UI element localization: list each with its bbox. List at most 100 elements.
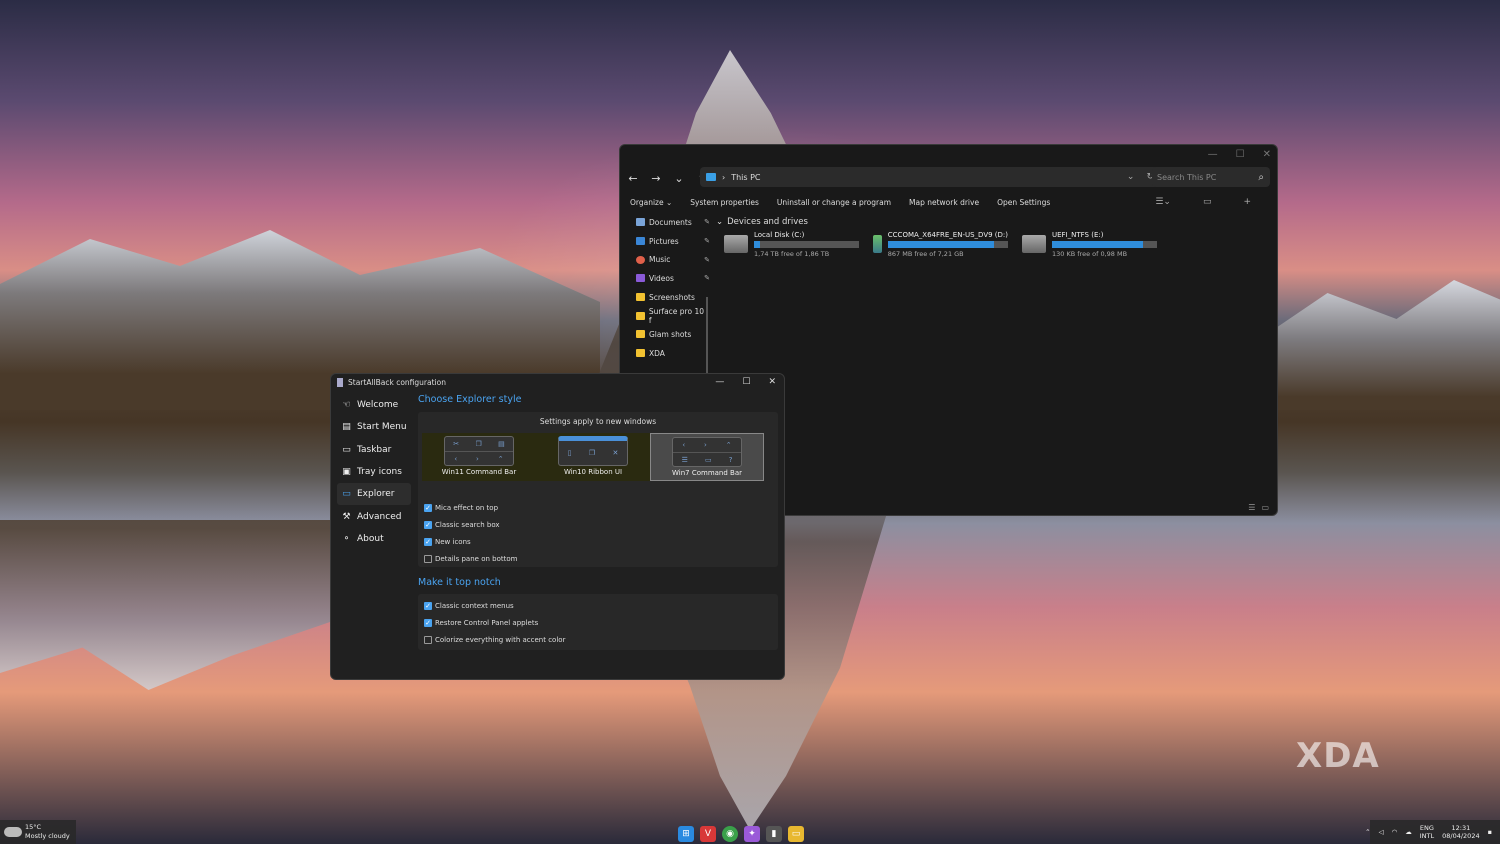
close-icon[interactable]: ✕ xyxy=(1263,149,1271,160)
startallback-config-window[interactable]: StartAllBack configuration — ☐ ✕ ☜ Welcom… xyxy=(330,373,785,680)
nav-label: Advanced xyxy=(357,511,402,522)
usb-drive-icon xyxy=(1022,235,1046,253)
group-title: Devices and drives xyxy=(727,217,808,227)
clock[interactable]: 12:31 08/04/2024 xyxy=(1442,824,1479,840)
uninstall-program-button[interactable]: Uninstall or change a program xyxy=(777,198,891,207)
organize-button[interactable]: Organize ⌄ xyxy=(630,198,672,207)
style-label: Win7 Command Bar xyxy=(672,469,742,477)
drive-d[interactable]: CCCOMA_X64FRE_EN-US_DV9 (D:) 867 MB free… xyxy=(873,231,1008,258)
start-button-icon[interactable]: ⊞ xyxy=(678,826,694,842)
wallpaper-ridge-reflection xyxy=(0,520,330,690)
nav-explorer[interactable]: ▭ Explorer xyxy=(337,483,411,506)
drive-usage-fill xyxy=(887,241,994,248)
sidebar-item-videos[interactable]: Videos ✎ xyxy=(636,269,710,288)
sidebar-item-xda[interactable]: XDA xyxy=(636,344,708,363)
sidebar-item-screenshots[interactable]: Screenshots xyxy=(636,288,708,307)
sidebar-item-label: Pictures xyxy=(649,236,679,246)
nav-start-menu[interactable]: ▤ Start Menu xyxy=(337,416,411,438)
chrome-icon[interactable]: ◉ xyxy=(722,826,738,842)
sidebar-item-music[interactable]: Music ✎ xyxy=(636,250,710,269)
drive-c[interactable]: Local Disk (C:) 1,74 TB free of 1,86 TB xyxy=(724,231,859,258)
minimize-icon[interactable]: — xyxy=(1208,149,1218,160)
drive-usage-bar xyxy=(754,241,859,248)
startallback-taskbar-icon[interactable]: ▮ xyxy=(766,826,782,842)
app-launcher-icon[interactable]: ✦ xyxy=(744,826,760,842)
tiles-view-icon[interactable]: ▭ xyxy=(1261,503,1269,512)
details-view-icon[interactable]: ☰ xyxy=(1248,503,1255,512)
preview-pane-icon[interactable]: ▭ xyxy=(1203,197,1212,207)
checkbox-new-icons[interactable]: ✓ New icons xyxy=(424,533,517,550)
sidebar-item-surface-pro[interactable]: Surface pro 10 f xyxy=(636,306,708,325)
style-win7-command-bar[interactable]: ‹ › ⌃ ☰ ▭? Win7 Command Bar xyxy=(650,433,764,481)
onedrive-icon[interactable]: ☁ xyxy=(1405,828,1412,836)
weather-desc: Mostly cloudy xyxy=(25,832,70,840)
new-tab-icon[interactable]: + xyxy=(1243,197,1251,207)
start-menu-icon: ▤ xyxy=(342,422,351,433)
checkbox-icon[interactable]: ✓ xyxy=(424,537,432,546)
style-win10-ribbon-ui[interactable]: ▯ ❐ ✕ Win10 Ribbon UI xyxy=(536,433,650,481)
sab-titlebar[interactable]: StartAllBack configuration — ☐ ✕ xyxy=(331,374,784,390)
address-bar[interactable]: › This PC ⌄ ↻ xyxy=(700,167,1160,187)
drive-e[interactable]: UEFI_NTFS (E:) 130 KB free of 0,98 MB xyxy=(1022,231,1157,258)
tray-chevron-icon[interactable]: ⌃ xyxy=(1365,828,1370,836)
notification-icon[interactable]: ▪ xyxy=(1488,828,1492,836)
maximize-icon[interactable]: ☐ xyxy=(1236,149,1245,160)
win7-preview-icon: ‹ › ⌃ ☰ ▭? xyxy=(672,437,742,467)
minimize-icon[interactable]: — xyxy=(715,377,724,387)
system-properties-button[interactable]: System properties xyxy=(690,198,759,207)
style-win11-command-bar[interactable]: ✂ ❐ ▤ ‹ › ⌃ Win11 Command Bar xyxy=(422,433,536,481)
view-options-icon[interactable]: ☰⌄ xyxy=(1155,197,1171,207)
checkbox-icon[interactable]: ✓ xyxy=(424,618,432,627)
checkbox-icon[interactable] xyxy=(424,635,432,644)
search-icon[interactable]: ⌕ xyxy=(1258,172,1264,183)
checkbox-classic-search-box[interactable]: ✓ Classic search box xyxy=(424,516,517,533)
checkbox-icon[interactable]: ✓ xyxy=(424,503,432,512)
pin-icon: ✎ xyxy=(704,274,710,283)
recent-chevron-icon[interactable]: ⌄ xyxy=(669,172,689,185)
folder-icon xyxy=(636,330,645,339)
sidebar-item-pictures[interactable]: Pictures ✎ xyxy=(636,232,710,251)
language-indicator[interactable]: ENG INTL xyxy=(1420,824,1434,840)
checkbox-classic-context-menus[interactable]: ✓ Classic context menus xyxy=(424,597,778,614)
checkbox-colorize-accent[interactable]: Colorize everything with accent color xyxy=(424,631,778,648)
nav-about[interactable]: ⚬ About xyxy=(337,528,411,550)
sab-content: Choose Explorer style Settings apply to … xyxy=(418,394,778,650)
drive-usage-fill xyxy=(754,241,761,248)
close-icon[interactable]: ✕ xyxy=(768,377,776,387)
sidebar-item-documents[interactable]: Documents ✎ xyxy=(636,213,710,232)
sidebar-scrollbar[interactable] xyxy=(706,297,708,375)
address-text: This PC xyxy=(731,172,761,182)
win10-ribbon-preview-icon: ▯ ❐ ✕ xyxy=(558,436,628,466)
explorer-style-heading: Choose Explorer style xyxy=(418,394,522,405)
wifi-icon[interactable]: ◠ xyxy=(1392,828,1398,836)
open-settings-button[interactable]: Open Settings xyxy=(997,198,1050,207)
sidebar-item-glam-shots[interactable]: Glam shots xyxy=(636,325,708,344)
cloud-icon xyxy=(4,827,22,837)
checkbox-icon[interactable] xyxy=(424,554,432,563)
checkbox-icon[interactable]: ✓ xyxy=(424,520,432,529)
nav-advanced[interactable]: ⚒ Advanced xyxy=(337,505,411,527)
style-label: Win11 Command Bar xyxy=(441,468,517,476)
speaker-icon[interactable]: ◁ xyxy=(1379,828,1384,836)
forward-arrow-icon[interactable]: → xyxy=(646,172,666,185)
explorer-titlebar[interactable]: — ☐ ✕ xyxy=(620,145,1277,163)
weather-widget[interactable]: 15°C Mostly cloudy xyxy=(0,820,76,844)
drive-free-space: 1,74 TB free of 1,86 TB xyxy=(754,250,830,258)
back-arrow-icon[interactable]: ← xyxy=(623,172,643,185)
checkbox-mica-effect[interactable]: ✓ Mica effect on top xyxy=(424,499,517,516)
map-network-drive-button[interactable]: Map network drive xyxy=(909,198,979,207)
search-input[interactable]: Search This PC ⌕ xyxy=(1152,167,1270,187)
checkbox-icon[interactable]: ✓ xyxy=(424,601,432,610)
maximize-icon[interactable]: ☐ xyxy=(742,377,750,387)
vivaldi-icon[interactable]: V xyxy=(700,826,716,842)
explorer-style-options: ✓ Mica effect on top ✓ Classic search box … xyxy=(424,499,517,567)
file-explorer-taskbar-icon[interactable]: ▭ xyxy=(788,826,804,842)
drive-name: UEFI_NTFS (E:) xyxy=(1052,231,1104,239)
devices-group-header[interactable]: ⌄ Devices and drives xyxy=(716,217,1277,227)
nav-taskbar[interactable]: ▭ Taskbar xyxy=(337,439,411,461)
nav-tray-icons[interactable]: ▣ Tray icons xyxy=(337,461,411,483)
checkbox-restore-control-panel[interactable]: ✓ Restore Control Panel applets xyxy=(424,614,778,631)
checkbox-details-pane-bottom[interactable]: Details pane on bottom xyxy=(424,550,517,567)
address-dropdown-icon[interactable]: ⌄ xyxy=(1127,172,1135,182)
nav-welcome[interactable]: ☜ Welcome xyxy=(337,394,411,416)
